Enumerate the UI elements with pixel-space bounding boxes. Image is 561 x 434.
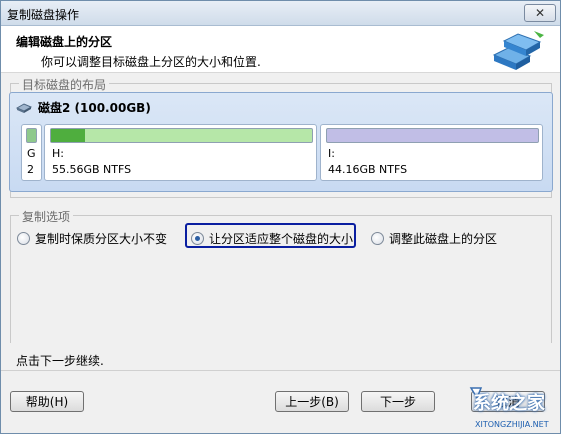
partition-bar bbox=[326, 128, 539, 143]
partition-h[interactable]: H: 55.56GB NTFS bbox=[44, 124, 317, 181]
partition-letter: H: bbox=[52, 147, 64, 160]
layout-group-title: 目标磁盘的布局 bbox=[19, 76, 110, 93]
back-button[interactable]: 上一步(B) bbox=[275, 391, 349, 412]
partition-size: 2 bbox=[27, 163, 34, 176]
disk-header: 磁盘2 (100.00GB) bbox=[16, 99, 151, 116]
partition-letter: G bbox=[27, 147, 36, 160]
partition-size: 55.56GB NTFS bbox=[52, 163, 132, 176]
partition-letter: I: bbox=[328, 147, 335, 160]
partition-size: 44.16GB NTFS bbox=[328, 163, 408, 176]
option-label: 调整此磁盘上的分区 bbox=[389, 232, 498, 246]
close-button[interactable]: ✕ bbox=[524, 4, 556, 22]
watermark-text: 系统之家 bbox=[473, 393, 545, 414]
next-button[interactable]: 下一步 bbox=[361, 391, 435, 412]
option-keep-size[interactable]: 复制时保质分区大小不变 bbox=[17, 230, 167, 247]
window-title: 复制磁盘操作 bbox=[7, 8, 80, 22]
option-fit-disk[interactable]: 让分区适应整个磁盘的大小 bbox=[191, 230, 353, 247]
disk-label: 磁盘2 (100.00GB) bbox=[38, 101, 151, 115]
title-bar: 复制磁盘操作 ✕ bbox=[1, 1, 560, 26]
disk-copy-icon bbox=[492, 31, 544, 70]
partition-i[interactable]: I: 44.16GB NTFS bbox=[320, 124, 543, 181]
radio-adjust-partitions[interactable] bbox=[371, 232, 384, 245]
hint-text: 点击下一步继续. bbox=[16, 354, 104, 368]
radio-keep-size[interactable] bbox=[17, 232, 30, 245]
header-title: 编辑磁盘上的分区 bbox=[16, 35, 113, 49]
footer-separator bbox=[1, 370, 560, 371]
option-label: 复制时保质分区大小不变 bbox=[35, 232, 168, 246]
header-subtitle: 你可以调整目标磁盘上分区的大小和位置. bbox=[41, 55, 261, 69]
watermark-url: XITONGZHIJIA.NET bbox=[475, 420, 549, 429]
option-label: 让分区适应整个磁盘的大小 bbox=[209, 232, 354, 246]
option-adjust-partitions[interactable]: 调整此磁盘上的分区 bbox=[371, 230, 497, 247]
partition-bar bbox=[50, 128, 313, 143]
partition-bar bbox=[26, 128, 37, 143]
disk-icon bbox=[16, 102, 32, 113]
radio-fit-disk[interactable] bbox=[191, 232, 204, 245]
partition-used-fill bbox=[51, 129, 85, 142]
options-group-title: 复制选项 bbox=[19, 208, 74, 225]
help-button[interactable]: 帮助(H) bbox=[10, 391, 84, 412]
wizard-header: 编辑磁盘上的分区 你可以调整目标磁盘上分区的大小和位置. bbox=[1, 26, 560, 73]
dialog-window: 复制磁盘操作 ✕ 编辑磁盘上的分区 你可以调整目标磁盘上分区的大小和位置. 目标… bbox=[0, 0, 561, 434]
partition-g[interactable]: G 2 bbox=[21, 124, 42, 181]
disk-panel[interactable]: 磁盘2 (100.00GB) G 2 H: 55.56GB NTFS I: 44… bbox=[9, 92, 553, 192]
